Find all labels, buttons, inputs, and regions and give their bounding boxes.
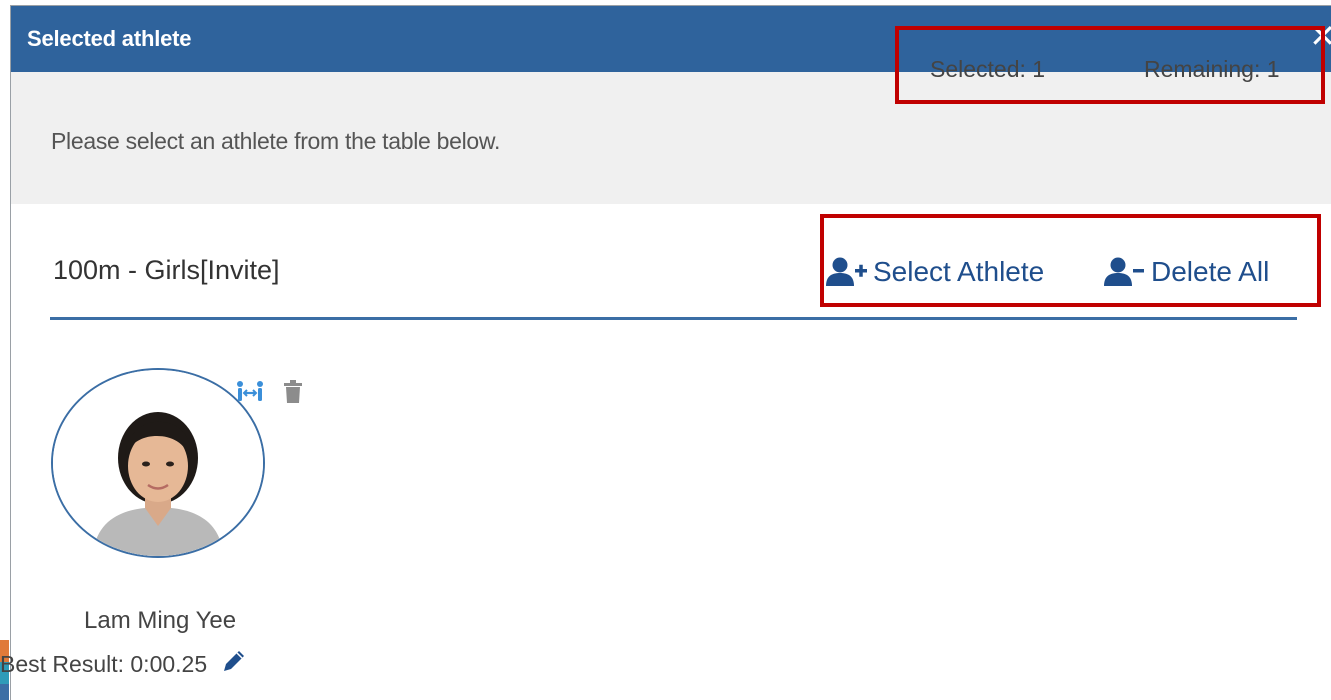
page: Selected athlete ✕ Please select an athl…	[0, 0, 1331, 700]
dialog-title: Selected athlete	[27, 26, 192, 51]
athlete-avatar	[51, 368, 265, 558]
delete-all-label: Delete All	[1151, 256, 1270, 287]
delete-all-button[interactable]: Delete All	[1103, 255, 1269, 289]
user-minus-icon	[1103, 255, 1147, 289]
selected-athlete-dialog: Selected athlete ✕ Please select an athl…	[10, 5, 1331, 700]
selected-count: Selected: 1	[930, 56, 1046, 82]
user-plus-icon	[825, 255, 869, 289]
trash-icon[interactable]	[283, 380, 303, 409]
best-result-row: Best Result: 0:00.25	[0, 648, 247, 680]
athlete-name: Lam Ming Yee	[84, 607, 237, 634]
pencil-icon[interactable]	[221, 648, 247, 680]
select-athlete-label: Select Athlete	[873, 256, 1045, 287]
select-athlete-button[interactable]: Select Athlete	[825, 255, 1044, 289]
section-divider	[50, 317, 1297, 320]
event-title: 100m - Girls[Invite]	[53, 255, 280, 285]
remaining-count: Remaining: 1	[1144, 56, 1280, 82]
best-result-text: Best Result: 0:00.25	[0, 650, 208, 677]
swap-icon[interactable]	[235, 380, 265, 409]
instruction-text: Please select an athlete from the table …	[51, 128, 501, 154]
